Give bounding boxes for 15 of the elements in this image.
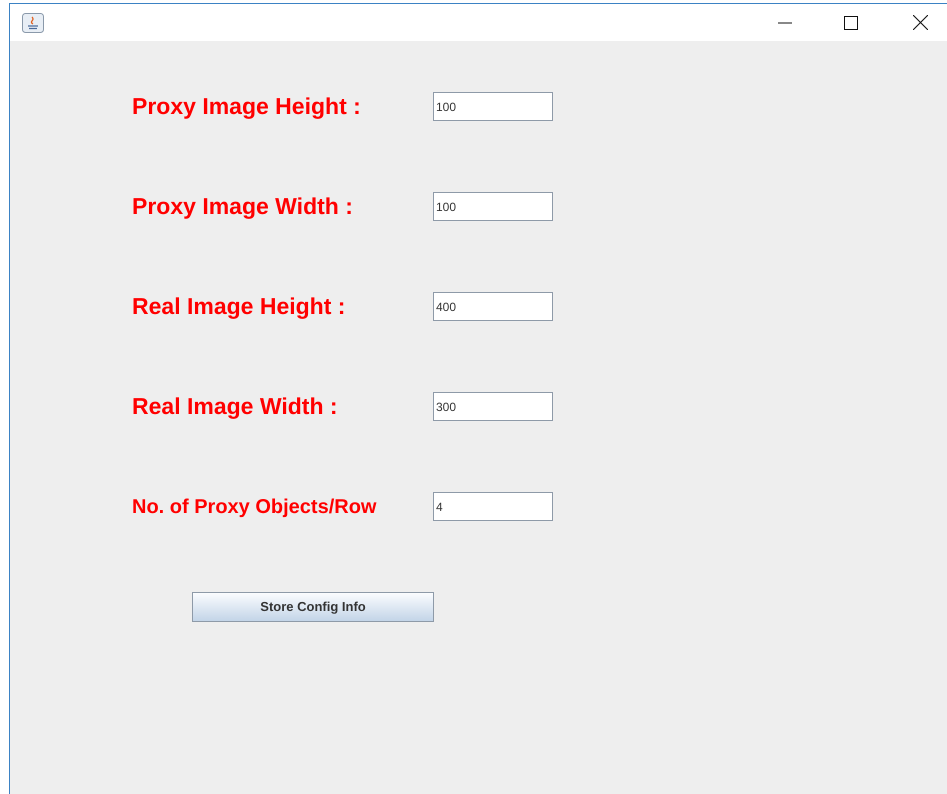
input-field[interactable]: 4 bbox=[433, 492, 553, 521]
input-field[interactable]: 100 bbox=[433, 92, 553, 121]
input-field[interactable]: 100 bbox=[433, 192, 553, 221]
field-label: Proxy Image Width : bbox=[132, 192, 354, 222]
field-label: Real Image Height : bbox=[132, 292, 346, 322]
field-label: No. of Proxy Objects/Row bbox=[132, 494, 378, 520]
maximize-icon[interactable] bbox=[844, 16, 858, 30]
field-label: Real Image Width : bbox=[132, 392, 339, 422]
close-icon[interactable] bbox=[913, 15, 928, 30]
app-icon[interactable] bbox=[22, 12, 44, 32]
input-field[interactable]: 400 bbox=[433, 292, 553, 321]
minimize-icon[interactable] bbox=[778, 22, 792, 24]
store-config-button[interactable]: Store Config Info bbox=[192, 592, 434, 622]
field-label: Proxy Image Height : bbox=[132, 92, 362, 122]
input-field[interactable]: 300 bbox=[433, 392, 553, 421]
